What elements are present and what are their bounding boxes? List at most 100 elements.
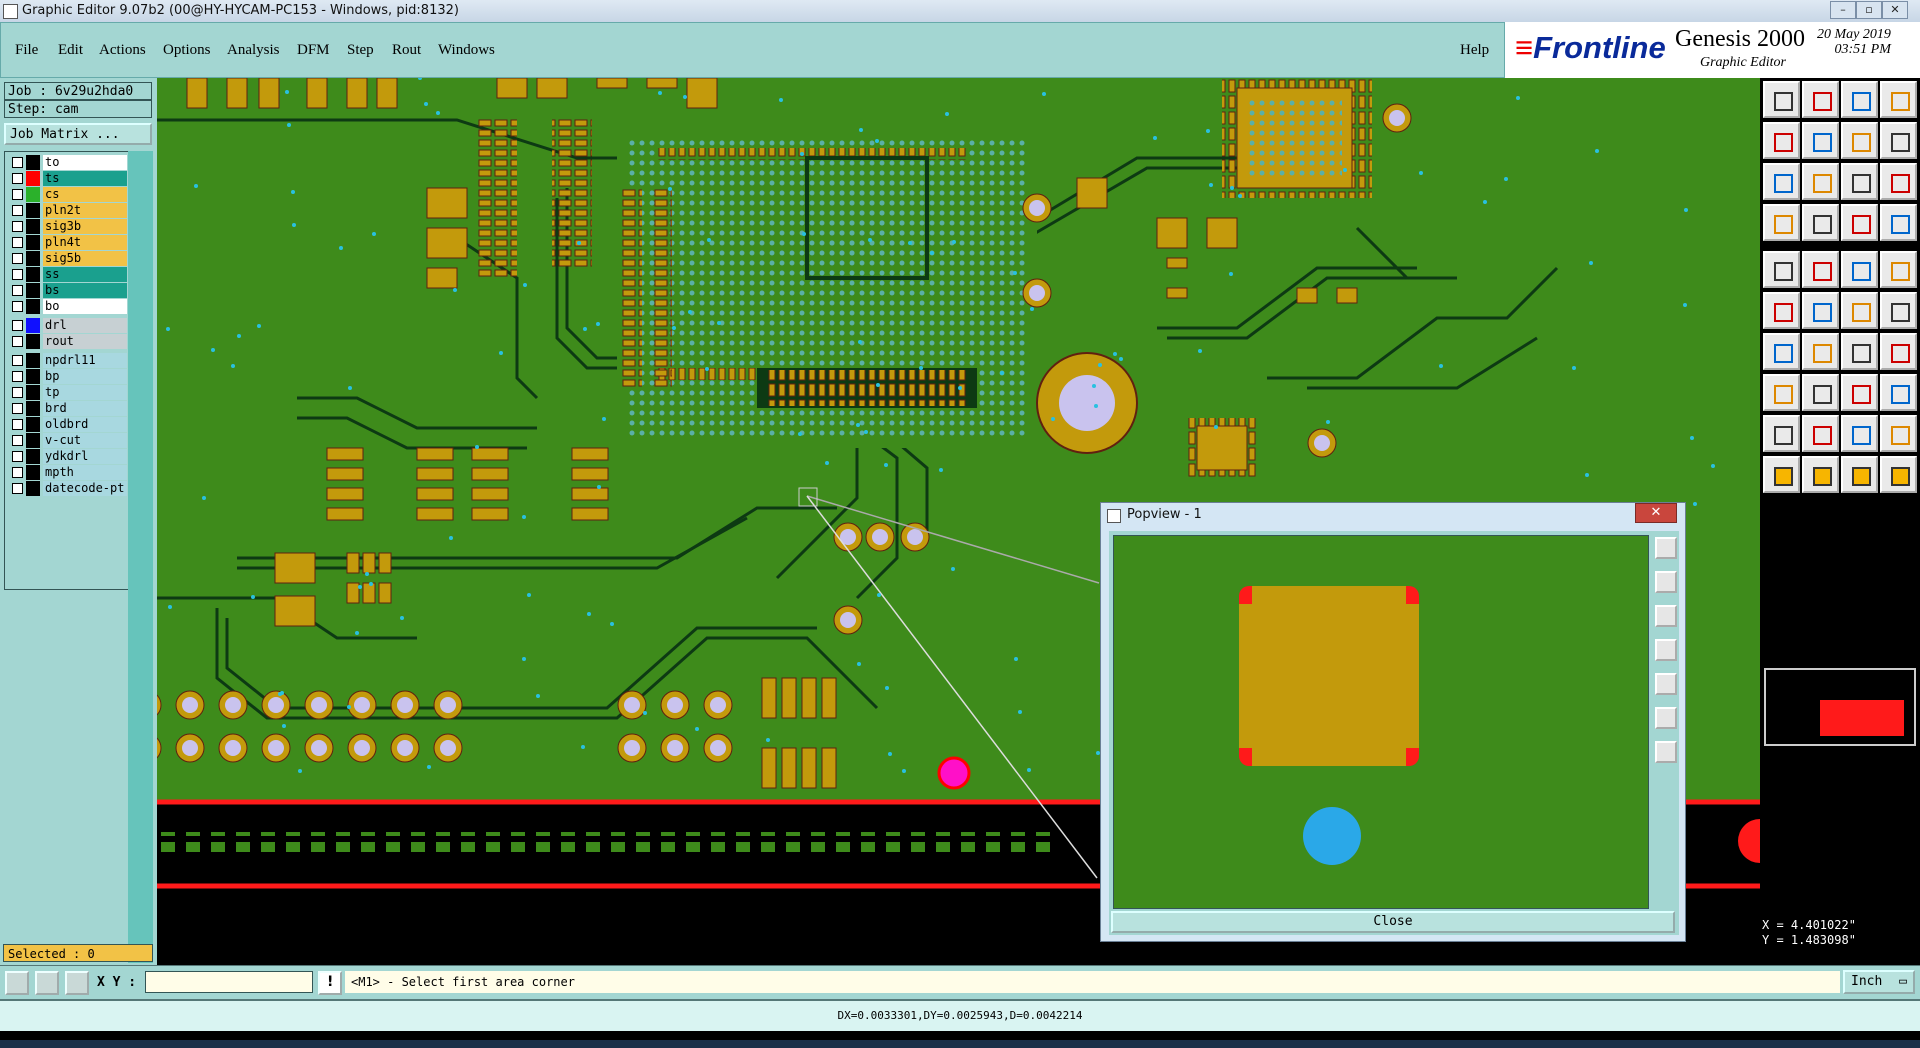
menu-dfm[interactable]: DFM (297, 42, 330, 59)
popview-tool-4[interactable] (1655, 639, 1677, 661)
layer-checkbox[interactable] (12, 403, 23, 414)
popview-tool-2[interactable] (1655, 571, 1677, 593)
layer-name[interactable]: pln2t (43, 203, 127, 218)
copy-tool-button[interactable] (1880, 374, 1917, 411)
menu-edit[interactable]: Edit (58, 42, 83, 59)
arc-tool-button[interactable] (1841, 333, 1878, 370)
measure-tool-button[interactable] (1880, 122, 1917, 159)
layer-name[interactable]: ydkdrl (43, 449, 127, 464)
pointer2-tool-button[interactable] (1802, 456, 1839, 493)
snap-tool-button[interactable] (1841, 122, 1878, 159)
menu-file[interactable]: File (15, 42, 38, 59)
layer-checkbox[interactable] (12, 285, 23, 296)
triangle-tool-button[interactable] (1763, 415, 1800, 452)
layer-checkbox[interactable] (12, 157, 23, 168)
layer-row-pln2t[interactable]: pln2t (7, 203, 127, 218)
layer-checkbox[interactable] (12, 467, 23, 478)
layer-row-mpth[interactable]: mpth (7, 465, 127, 480)
info-button[interactable]: ! (318, 971, 342, 995)
layer-checkbox[interactable] (12, 419, 23, 430)
layer-row-sig5b[interactable]: sig5b (7, 251, 127, 266)
layer-checkbox[interactable] (12, 435, 23, 446)
fit-tool-button[interactable] (1763, 163, 1800, 200)
menu-analysis[interactable]: Analysis (227, 42, 280, 59)
next-tool-button[interactable] (1802, 122, 1839, 159)
popview-tool-5[interactable] (1655, 673, 1677, 695)
distribute-tool-button[interactable] (1880, 204, 1917, 241)
menu-help[interactable]: Help (1460, 42, 1489, 59)
popview-close-button[interactable]: Close (1111, 911, 1675, 933)
pointer-tool-button[interactable] (1763, 456, 1800, 493)
layer-row-cs[interactable]: cs (7, 187, 127, 202)
layer-row-ss[interactable]: ss (7, 267, 127, 282)
layer-row-v-cut[interactable]: v-cut (7, 433, 127, 448)
layer-name[interactable]: v-cut (43, 433, 127, 448)
layer-checkbox[interactable] (12, 189, 23, 200)
prev-tool-button[interactable] (1763, 122, 1800, 159)
window-tool-button[interactable] (1880, 81, 1917, 118)
layer-name[interactable]: to (43, 155, 127, 170)
layer-checkbox[interactable] (12, 451, 23, 462)
popview-canvas[interactable] (1113, 535, 1649, 909)
layer-row-datecode-pt[interactable]: datecode-pt (7, 481, 127, 496)
menu-rout[interactable]: Rout (392, 42, 421, 59)
home-tool-button[interactable] (1841, 81, 1878, 118)
layer-row-ts[interactable]: ts (7, 171, 127, 186)
layer-name[interactable]: sig5b (43, 251, 127, 266)
pointer4-tool-button[interactable] (1880, 456, 1917, 493)
layer-checkbox[interactable] (12, 301, 23, 312)
layer-row-bo[interactable]: bo (7, 299, 127, 314)
layer-name[interactable]: bp (43, 369, 127, 384)
layer-name[interactable]: drl (43, 318, 127, 333)
slant2-tool-button[interactable] (1802, 333, 1839, 370)
arrow-tool-button[interactable] (1880, 333, 1917, 370)
text-a3-tool-button[interactable] (1880, 415, 1917, 452)
close-window-button[interactable]: ✕ (1882, 1, 1908, 19)
layer-checkbox[interactable] (12, 387, 23, 398)
layer-name[interactable]: tp (43, 385, 127, 400)
align-tool-button[interactable] (1841, 204, 1878, 241)
layer-row-pln4t[interactable]: pln4t (7, 235, 127, 250)
layer-name[interactable]: sig3b (43, 219, 127, 234)
pan-tool-button[interactable] (1802, 163, 1839, 200)
layer-name[interactable]: ss (43, 267, 127, 282)
menu-actions[interactable]: Actions (99, 42, 146, 59)
layer-checkbox[interactable] (12, 221, 23, 232)
layer-row-bs[interactable]: bs (7, 283, 127, 298)
dot-tool-button[interactable] (1880, 251, 1917, 288)
layer-row-npdrl11[interactable]: npdrl11 (7, 353, 127, 368)
popview-tool-6[interactable] (1655, 707, 1677, 729)
text-a2-tool-button[interactable] (1841, 415, 1878, 452)
pointer3-tool-button[interactable] (1841, 456, 1878, 493)
layer-name[interactable]: datecode-pt (43, 481, 127, 496)
surface-tool-button[interactable] (1802, 251, 1839, 288)
popview-close-x-button[interactable]: ✕ (1635, 503, 1677, 523)
grid-toggle[interactable] (65, 971, 89, 995)
layer-name[interactable]: cs (43, 187, 127, 202)
drill-tool-button[interactable] (1763, 204, 1800, 241)
layer-checkbox[interactable] (12, 173, 23, 184)
link-tool-button[interactable] (1880, 292, 1917, 329)
maximize-button[interactable]: ▫ (1856, 1, 1882, 19)
xy-input[interactable] (145, 971, 313, 993)
layer-row-oldbrd[interactable]: oldbrd (7, 417, 127, 432)
layer-row-drl[interactable]: drl (7, 318, 127, 333)
layer-row-to[interactable]: to (7, 155, 127, 170)
pad-tool-button[interactable] (1763, 251, 1800, 288)
layer-name[interactable]: pln4t (43, 235, 127, 250)
job-matrix-button[interactable]: Job Matrix ... (4, 123, 152, 145)
menu-options[interactable]: Options (163, 42, 211, 59)
layer-checkbox[interactable] (12, 483, 23, 494)
ratio-tool-button[interactable] (1841, 163, 1878, 200)
line-tool-button[interactable] (1802, 204, 1839, 241)
layer-checkbox[interactable] (12, 355, 23, 366)
layer-checkbox[interactable] (12, 269, 23, 280)
connect-tool-button[interactable] (1841, 292, 1878, 329)
popview-tool-7[interactable] (1655, 741, 1677, 763)
layer-name[interactable]: mpth (43, 465, 127, 480)
help-tool-button[interactable] (1880, 163, 1917, 200)
layer-name[interactable]: bs (43, 283, 127, 298)
layer-name[interactable]: rout (43, 334, 127, 349)
layer-name[interactable]: brd (43, 401, 127, 416)
layer-row-tp[interactable]: tp (7, 385, 127, 400)
